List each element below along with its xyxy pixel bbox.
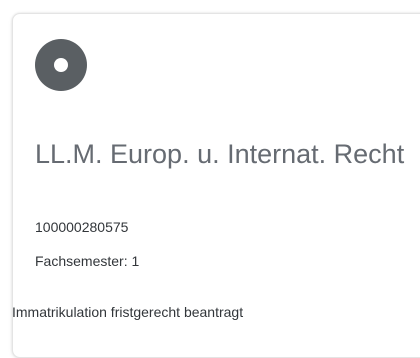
program-title: LL.M. Europ. u. Internat. Recht [35,139,405,169]
disc-icon [35,39,87,91]
program-number: 100000280575 [35,219,129,235]
enrollment-status: Immatrikulation fristgerecht beantragt [12,304,244,320]
semester-label: Fachsemester: 1 [35,253,140,269]
